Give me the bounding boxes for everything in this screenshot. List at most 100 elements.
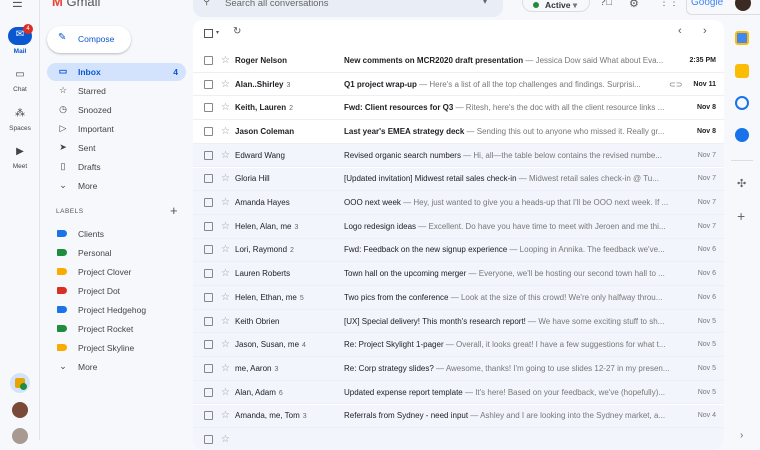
nav-item-inbox[interactable]: ▭ Inbox 4: [47, 63, 186, 81]
row-checkbox[interactable]: [204, 316, 213, 326]
row-checkbox[interactable]: [204, 292, 213, 302]
nav-item-more[interactable]: ⌄ More: [47, 177, 186, 195]
email-row[interactable]: ☆ Gloria Hill [Updated invitation] Midwe…: [193, 167, 724, 192]
star-icon[interactable]: ☆: [221, 410, 230, 421]
menu-icon[interactable]: ☰: [12, 0, 23, 10]
mail-badge: 4: [23, 24, 33, 34]
star-icon[interactable]: ☆: [221, 102, 230, 113]
star-icon[interactable]: ☆: [221, 150, 230, 161]
help-icon[interactable]: ?⃝: [600, 0, 613, 8]
star-icon[interactable]: ☆: [221, 363, 230, 374]
email-row[interactable]: ☆ Helen, Ethan, me 5 Two pics from the co…: [193, 286, 724, 310]
label-item[interactable]: Clients: [47, 225, 186, 243]
label-item[interactable]: Project Clover: [47, 263, 186, 281]
addons-icon[interactable]: ✣: [737, 177, 746, 190]
add-label-icon[interactable]: +: [170, 203, 178, 218]
star-icon[interactable]: ☆: [221, 79, 230, 90]
apps-icon[interactable]: ⋮⋮: [659, 0, 679, 8]
email-row[interactable]: ☆ Alan..Shirley 3 Q1 project wrap-up — He…: [193, 73, 724, 97]
email-row[interactable]: ☆ Amanda, me, Tom 3 Referrals from Sydney…: [193, 404, 724, 429]
status-dropdown[interactable]: Active ▾: [522, 0, 590, 12]
star-icon[interactable]: ☆: [221, 292, 230, 303]
label-item[interactable]: Project Hedgehog: [47, 301, 186, 319]
refresh-icon[interactable]: ↻: [233, 26, 241, 37]
star-icon[interactable]: ☆: [221, 268, 230, 279]
row-checkbox[interactable]: [204, 363, 213, 373]
tasks-icon[interactable]: [735, 96, 749, 110]
date: Nov 8: [696, 104, 716, 112]
nav-item-important[interactable]: ▷ Important: [47, 120, 186, 138]
email-row[interactable]: ☆ Keith Obrien [UX] Special delivery! Th…: [193, 309, 724, 334]
account-button[interactable]: Google: [686, 0, 760, 15]
row-checkbox[interactable]: [204, 340, 213, 350]
email-row[interactable]: ☆ Alan, Adam 6 Updated expense report tem…: [193, 380, 724, 405]
star-icon[interactable]: ☆: [221, 316, 230, 327]
label-item[interactable]: Project Rocket: [47, 320, 186, 338]
star-icon[interactable]: ☆: [221, 339, 230, 350]
row-checkbox[interactable]: [204, 221, 213, 231]
add-addon-icon[interactable]: +: [737, 208, 745, 224]
row-checkbox[interactable]: [204, 198, 213, 208]
nav-item-drafts[interactable]: ▯ Drafts: [47, 158, 186, 176]
label-item[interactable]: Personal: [47, 244, 186, 262]
gmail-logo[interactable]: M Gmail: [52, 0, 100, 9]
nav-item-snoozed[interactable]: ◷ Snoozed: [47, 101, 186, 119]
star-icon[interactable]: ☆: [221, 387, 230, 398]
calendar-icon[interactable]: [735, 31, 749, 45]
email-row[interactable]: ☆ Keith, Lauren 2 Fwd: Client resources f…: [193, 96, 724, 121]
star-icon[interactable]: ☆: [221, 221, 230, 232]
expand-panel-icon[interactable]: ›: [740, 430, 743, 441]
row-checkbox[interactable]: [204, 245, 213, 255]
avatar[interactable]: [12, 402, 28, 418]
rail-spaces[interactable]: ⁂ Spaces: [0, 106, 40, 132]
nav-item-starred[interactable]: ☆ Starred: [47, 82, 186, 100]
newer-icon[interactable]: ‹: [678, 25, 682, 37]
compose-button[interactable]: ✎ Compose: [47, 26, 131, 53]
row-checkbox[interactable]: [204, 79, 213, 89]
attachment-icon[interactable]: ⊂⊃: [669, 80, 682, 89]
star-icon[interactable]: ☆: [221, 55, 230, 66]
search-input[interactable]: Search all conversations ⚲ ▾: [193, 0, 503, 17]
rail-mail[interactable]: ✉ 4 Mail: [0, 24, 40, 55]
row-checkbox[interactable]: [204, 387, 213, 397]
sender-name: Amanda, me, Tom: [235, 411, 300, 421]
contacts-icon[interactable]: [735, 128, 749, 142]
select-dropdown-icon[interactable]: ▾: [216, 29, 219, 36]
star-icon[interactable]: ☆: [221, 173, 230, 184]
row-checkbox[interactable]: [204, 411, 213, 421]
label-item[interactable]: Project Dot: [47, 282, 186, 300]
email-row[interactable]: ☆ Lauren Roberts Town hall on the upcomi…: [193, 262, 724, 286]
email-row[interactable]: ☆ Amanda Hayes OOO next week — Hey, just…: [193, 191, 724, 215]
gear-icon[interactable]: ⚙: [629, 0, 639, 10]
star-icon[interactable]: ☆: [221, 244, 230, 255]
email-row[interactable]: ☆ Lori, Raymond 2 Fwd: Feedback on the ne…: [193, 238, 724, 263]
email-row[interactable]: ☆ Roger Nelson New comments on MCR2020 d…: [193, 49, 724, 73]
labels-more[interactable]: ⌄ More: [47, 358, 186, 376]
chat-icon: ▭: [15, 69, 25, 80]
sender: Jason Coleman: [235, 127, 340, 136]
row-checkbox[interactable]: [204, 174, 213, 184]
rail-meet[interactable]: ▶ Meet: [0, 144, 40, 170]
row-checkbox[interactable]: [204, 150, 213, 160]
email-row[interactable]: ☆ me, Aaron 3 Re: Corp strategy slides? —…: [193, 357, 724, 381]
chevron-down-icon[interactable]: ▾: [483, 0, 487, 6]
nav-item-sent[interactable]: ➤ Sent: [47, 139, 186, 157]
email-row[interactable]: ☆ Jason Coleman Last year's EMEA strateg…: [193, 120, 724, 144]
label-item[interactable]: Project Skyline: [47, 339, 186, 357]
keep-icon[interactable]: [735, 64, 749, 78]
row-checkbox[interactable]: [204, 55, 213, 65]
row-checkbox[interactable]: [204, 103, 213, 113]
email-row[interactable]: ☆ Helen, Alan, me 3 Logo redesign ideas —…: [193, 214, 724, 239]
email-row[interactable]: ☆: [193, 428, 724, 450]
older-icon[interactable]: ›: [703, 25, 707, 37]
email-row[interactable]: ☆ Jason, Susan, me 4 Re: Project Skylight…: [193, 333, 724, 358]
star-icon[interactable]: ☆: [221, 126, 230, 137]
star-icon[interactable]: ☆: [221, 197, 230, 208]
email-row[interactable]: ☆ Edward Wang Revised organic search num…: [193, 143, 724, 168]
row-checkbox[interactable]: [204, 269, 213, 279]
avatar[interactable]: [12, 428, 28, 444]
status-icon[interactable]: [10, 373, 30, 393]
row-checkbox[interactable]: [204, 126, 213, 136]
rail-chat[interactable]: ▭ Chat: [0, 67, 40, 93]
select-all-checkbox[interactable]: [204, 29, 213, 38]
